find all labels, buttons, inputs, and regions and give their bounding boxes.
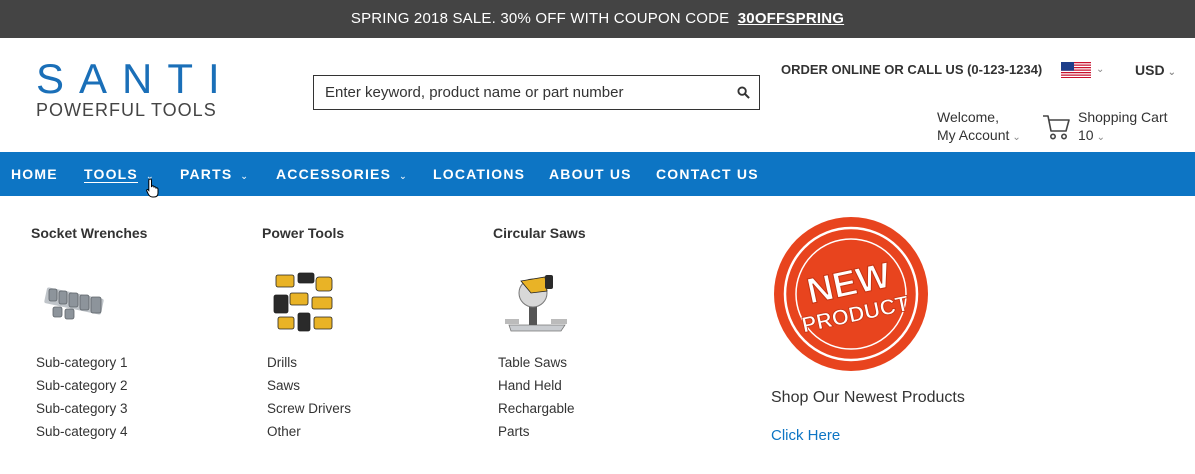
search-icon[interactable] [737,86,750,99]
order-phone-text: ORDER ONLINE OR CALL US (0-123-1234) [781,62,1043,77]
menu-column-list: Table Saws Hand Held Rechargable Parts [498,351,575,443]
menu-link[interactable]: Screw Drivers [267,397,351,420]
menu-column-title[interactable]: Socket Wrenches [31,225,231,241]
currency-label: USD [1135,62,1165,78]
account-menu[interactable]: Welcome, My Account ⌄ [937,108,1021,147]
click-here-link[interactable]: Click Here [771,427,840,444]
chevron-down-icon: ⌄ [1012,132,1021,143]
cart-label: Shopping Cart [1078,109,1168,125]
chevron-down-icon: ⌄ [1096,132,1105,143]
nav-label: PARTS [180,166,233,182]
nav-label: HOME [11,166,58,182]
nav-item-parts[interactable]: PARTS ⌄ [180,152,249,196]
search-input[interactable] [314,76,759,109]
shopping-cart-icon[interactable] [1041,112,1071,142]
miter-saw-icon[interactable] [501,269,571,339]
my-account-link[interactable]: My Account [937,127,1009,143]
site-logo[interactable]: SANTI POWERFUL TOOLS [36,55,235,121]
new-product-badge[interactable]: NEW PRODUCT [771,214,931,374]
logo-brand: SANTI [36,55,235,102]
menu-link[interactable]: Rechargable [498,397,575,420]
nav-item-accessories[interactable]: ACCESSORIES ⌄ [276,152,408,196]
welcome-text: Welcome, [937,109,999,125]
menu-link[interactable]: Sub-category 2 [36,374,128,397]
menu-link[interactable]: Saws [267,374,351,397]
menu-column-title[interactable]: Power Tools [262,225,462,241]
promo-text: SPRING 2018 SALE. 30% OFF WITH COUPON CO… [350,10,730,27]
menu-link[interactable]: Sub-category 1 [36,351,128,374]
menu-column-circular-saws: Circular Saws Table Saws Hand Held Recha… [493,225,693,439]
menu-column-socket-wrenches: Socket Wrenches Sub-category 1 Sub-categ… [31,225,231,439]
menu-link[interactable]: Table Saws [498,351,575,374]
menu-column-list: Sub-category 1 Sub-category 2 Sub-catego… [36,351,128,443]
currency-selector[interactable]: USD ⌄ [1135,62,1176,78]
menu-column-list: Drills Saws Screw Drivers Other [267,351,351,443]
promo-code[interactable]: 30OFFSPRING [738,10,844,27]
menu-link[interactable]: Other [267,420,351,443]
menu-link[interactable]: Drills [267,351,351,374]
nav-item-contact-us[interactable]: CONTACT US [656,152,759,196]
menu-column-power-tools: Power Tools Drills Saws Screw Drivers Ot… [262,225,462,439]
cart-count: 10 [1078,127,1094,143]
menu-link[interactable]: Parts [498,420,575,443]
shopping-cart[interactable]: Shopping Cart 10 ⌄ [1078,108,1168,147]
menu-link[interactable]: Hand Held [498,374,575,397]
nav-item-locations[interactable]: LOCATIONS [433,152,525,196]
hand-pointer-cursor-icon [146,178,159,198]
power-tools-set-icon[interactable] [270,269,340,339]
us-flag-icon[interactable] [1061,62,1091,78]
new-products-heading: Shop Our Newest Products [771,389,965,406]
nav-label: CONTACT US [656,166,759,182]
chevron-down-icon: ⌄ [1167,67,1176,78]
main-nav: HOME TOOLS ⌄ PARTS ⌄ ACCESSORIES ⌄ LOCATION… [0,152,1195,196]
chevron-down-icon[interactable]: ⌄ [1096,64,1104,75]
logo-tagline: POWERFUL TOOLS [36,100,217,120]
nav-label: LOCATIONS [433,166,526,182]
nav-label: ABOUT US [549,166,632,182]
menu-column-title[interactable]: Circular Saws [493,225,693,241]
promo-bar: SPRING 2018 SALE. 30% OFF WITH COUPON CO… [0,0,1195,38]
socket-wrench-set-icon[interactable] [39,269,109,339]
nav-label: TOOLS [84,166,138,183]
search-box [313,75,760,110]
nav-item-about-us[interactable]: ABOUT US [549,152,632,196]
nav-item-tools[interactable]: TOOLS ⌄ [84,152,155,196]
menu-link[interactable]: Sub-category 3 [36,397,128,420]
nav-label: ACCESSORIES [276,166,392,182]
nav-item-home[interactable]: HOME [11,152,58,196]
chevron-down-icon: ⌄ [399,171,408,181]
chevron-down-icon: ⌄ [240,171,250,181]
menu-link[interactable]: Sub-category 4 [36,420,128,443]
